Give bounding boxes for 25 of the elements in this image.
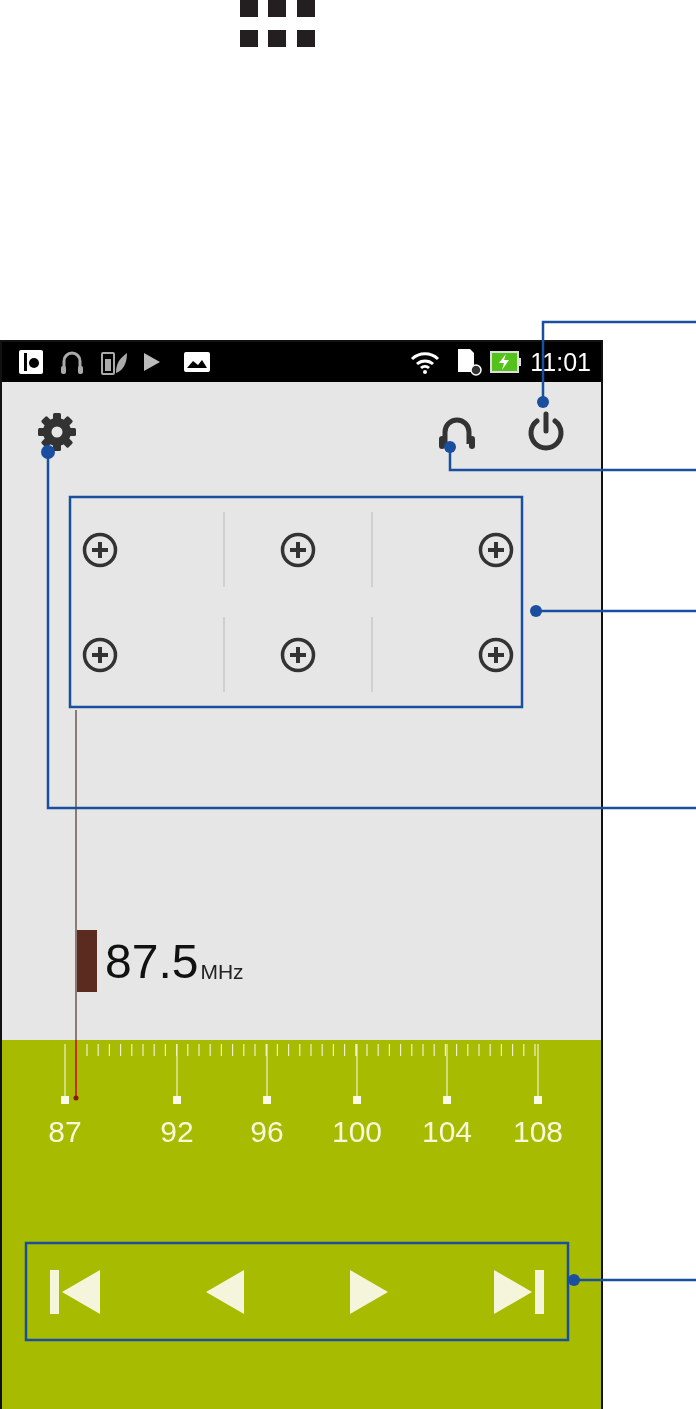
- headset-icon: [60, 349, 84, 375]
- sim-toolkit-icon: [18, 349, 44, 375]
- frequency-unit: MHz: [200, 961, 244, 982]
- add-preset-button[interactable]: [478, 636, 514, 673]
- frequency-value: 87.5: [105, 938, 199, 986]
- battery-saver-icon: [100, 349, 128, 375]
- scale-label: 108: [512, 1115, 564, 1148]
- add-preset-button[interactable]: [280, 531, 316, 568]
- add-preset-button[interactable]: [478, 531, 514, 568]
- settings-button[interactable]: [36, 411, 78, 453]
- add-preset-button[interactable]: [82, 636, 118, 673]
- image-icon: [184, 352, 210, 372]
- sd-card-icon: [456, 348, 483, 376]
- apps-grid-icon: [240, 0, 316, 47]
- scale-label: 104: [421, 1115, 473, 1148]
- scale-label: 92: [160, 1115, 194, 1148]
- tuning-marker: [75, 930, 97, 992]
- scale-label: 87: [48, 1115, 82, 1148]
- battery-charging-icon: [490, 351, 523, 373]
- scale-label: 96: [250, 1115, 284, 1148]
- scale-label: 100: [331, 1115, 383, 1148]
- wifi-icon: [410, 350, 441, 374]
- add-preset-button[interactable]: [280, 636, 316, 673]
- play-icon: [144, 353, 160, 371]
- add-preset-button[interactable]: [82, 531, 118, 568]
